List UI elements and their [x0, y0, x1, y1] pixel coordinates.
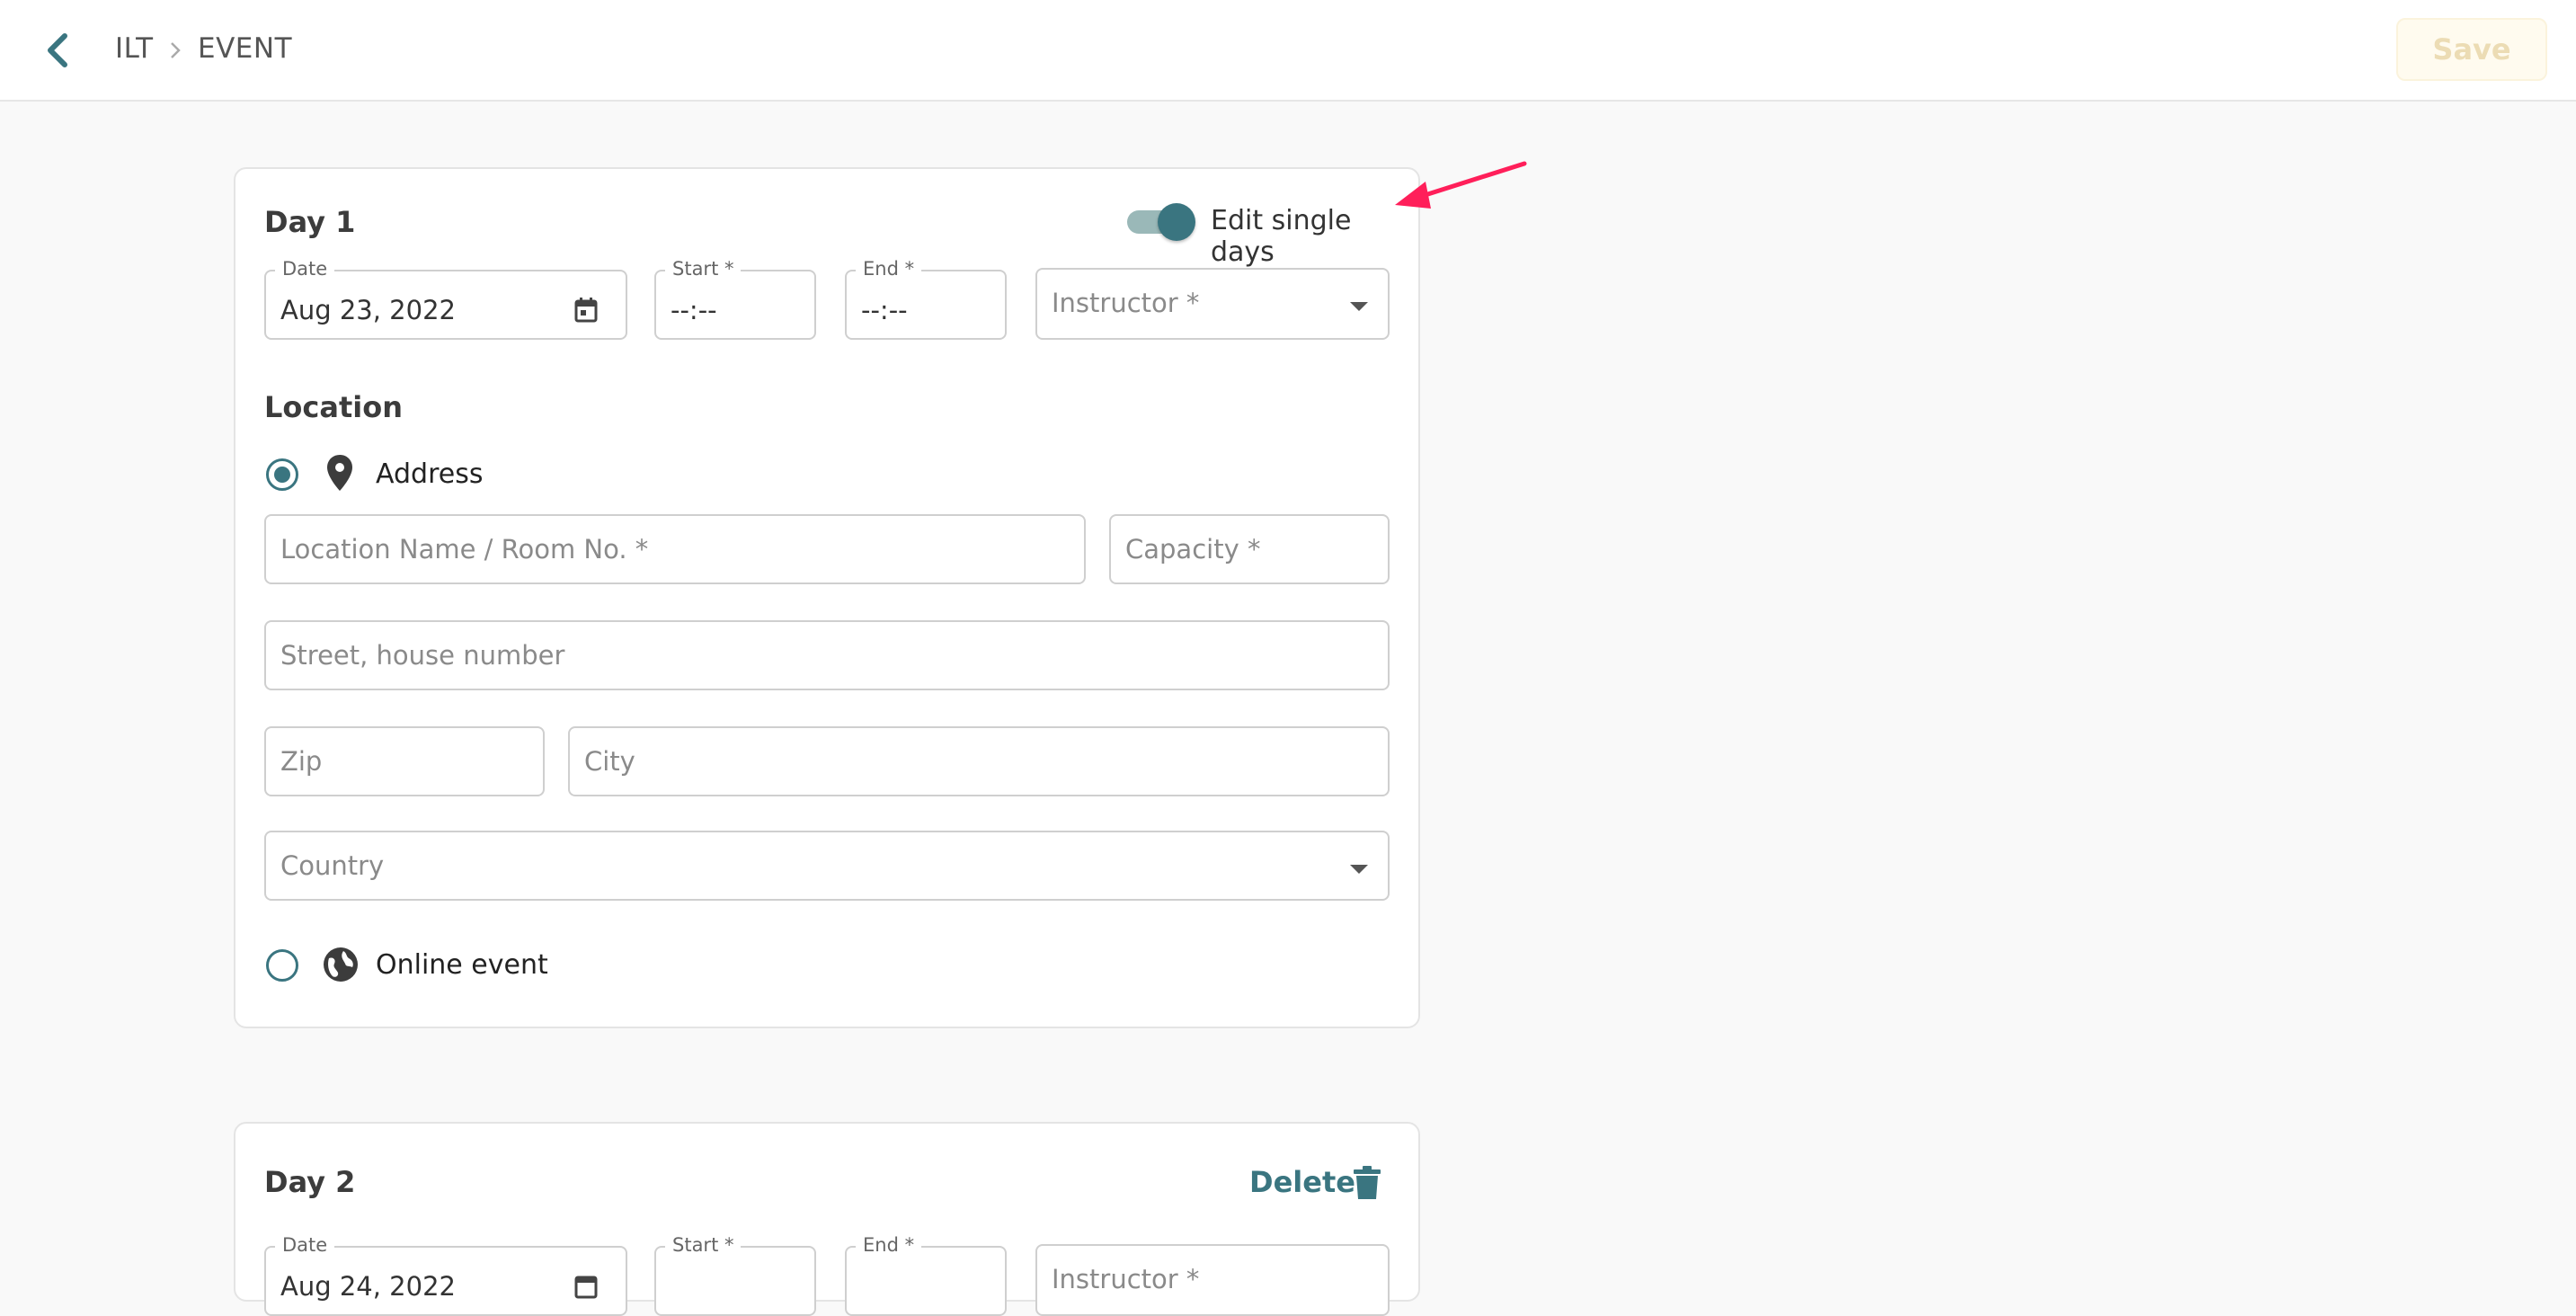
day-1-card: Day 1 Edit single days Date Aug 23, 2022…: [234, 167, 1420, 1028]
start-time-label: Start *: [665, 258, 742, 280]
start-time-field[interactable]: Start * --:--: [654, 258, 816, 340]
delete-day-button[interactable]: Delete: [1249, 1165, 1355, 1199]
chevron-right-icon: [171, 42, 181, 58]
date-field[interactable]: Date Aug 23, 2022: [264, 258, 627, 340]
location-title: Location: [264, 390, 403, 424]
day-2-card: Day 2 Delete Date Aug 24, 2022 Start * E…: [234, 1122, 1420, 1316]
day-2-start-time-field[interactable]: Start *: [654, 1234, 816, 1316]
street-placeholder: Street, house number: [280, 640, 565, 671]
day-2-end-time-label: End *: [856, 1234, 922, 1256]
instructor-select[interactable]: Instructor *: [1035, 268, 1390, 340]
day-2-instructor-select[interactable]: Instructor *: [1035, 1244, 1390, 1316]
day-2-date-field[interactable]: Date Aug 24, 2022: [264, 1234, 627, 1316]
back-button[interactable]: [40, 31, 76, 70]
country-select[interactable]: Country: [264, 831, 1390, 901]
map-pin-icon: [327, 455, 352, 491]
save-button[interactable]: Save: [2396, 18, 2547, 81]
date-field-label: Date: [275, 258, 335, 280]
day-2-end-time-field[interactable]: End *: [845, 1234, 1007, 1316]
day-2-start-time-label: Start *: [665, 1234, 742, 1256]
address-label: Address: [376, 458, 484, 490]
radio-selected-dot: [274, 467, 290, 483]
day-2-date-label: Date: [275, 1234, 335, 1256]
zip-field[interactable]: Zip: [264, 726, 545, 796]
country-placeholder: Country: [280, 850, 385, 881]
capacity-placeholder: Capacity *: [1125, 534, 1261, 565]
end-time-label: End *: [856, 258, 922, 280]
city-field[interactable]: City: [568, 726, 1390, 796]
day-2-title: Day 2: [264, 1165, 356, 1199]
calendar-icon[interactable]: [573, 297, 599, 324]
day-2-date-value: Aug 24, 2022: [280, 1271, 456, 1302]
globe-icon: [324, 947, 358, 982]
location-name-field[interactable]: Location Name / Room No. *: [264, 514, 1086, 584]
toggle-knob: [1158, 203, 1195, 241]
online-event-label: Online event: [376, 949, 548, 981]
instructor-placeholder: Instructor *: [1052, 288, 1200, 318]
street-field[interactable]: Street, house number: [264, 620, 1390, 690]
end-time-value: --:--: [861, 295, 908, 325]
caret-down-icon: [1350, 865, 1368, 874]
edit-single-days-toggle[interactable]: [1124, 201, 1199, 241]
breadcrumb-event: EVENT: [198, 32, 293, 65]
calendar-icon[interactable]: [573, 1273, 599, 1300]
location-name-placeholder: Location Name / Room No. *: [280, 534, 649, 565]
address-radio[interactable]: [266, 458, 298, 491]
caret-down-icon: [1350, 302, 1368, 311]
city-placeholder: City: [584, 746, 635, 777]
date-value: Aug 23, 2022: [280, 295, 456, 325]
end-time-field[interactable]: End * --:--: [845, 258, 1007, 340]
chevron-left-icon: [48, 33, 67, 67]
day-2-instructor-placeholder: Instructor *: [1052, 1264, 1200, 1294]
zip-placeholder: Zip: [280, 746, 323, 777]
breadcrumb-ilt[interactable]: ILT: [115, 32, 154, 65]
top-bar: ILT EVENT Save: [0, 0, 2576, 102]
annotation-arrow-icon: [1395, 161, 1527, 209]
start-time-value: --:--: [671, 295, 717, 325]
day-1-title: Day 1: [264, 205, 356, 239]
online-event-radio[interactable]: [266, 949, 298, 982]
trash-icon[interactable]: [1352, 1165, 1382, 1201]
capacity-field[interactable]: Capacity *: [1109, 514, 1390, 584]
